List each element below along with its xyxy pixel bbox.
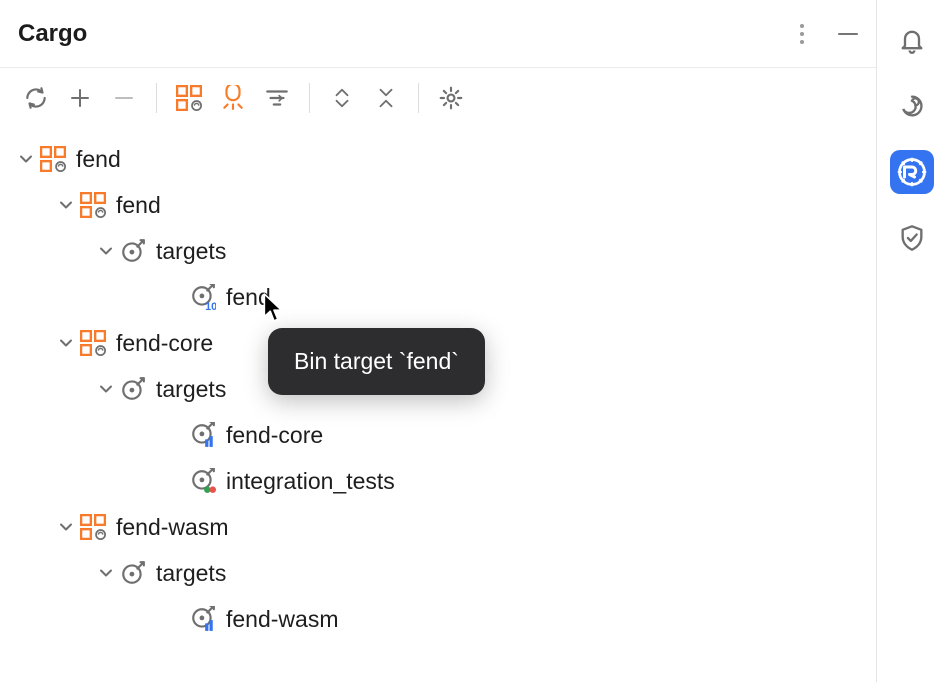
node-label: integration_tests (226, 468, 395, 495)
remove-button[interactable] (102, 76, 146, 120)
panel-header: Cargo (0, 0, 876, 68)
crate-icon (80, 330, 106, 356)
expand-all-button[interactable] (320, 76, 364, 120)
toolbar (0, 68, 876, 128)
rust-icon (897, 157, 927, 187)
chevron-down-icon[interactable] (16, 151, 36, 167)
refresh-button[interactable] (14, 76, 58, 120)
crate-icon (40, 146, 66, 172)
tooltip: Bin target `fend` (268, 328, 485, 395)
target-icon (120, 376, 146, 402)
collapse-all-icon (375, 87, 397, 109)
header-actions (792, 16, 860, 52)
refresh-icon (23, 85, 49, 111)
tooltip-text: Bin target `fend` (294, 348, 459, 374)
node-label: targets (156, 238, 226, 265)
lib-target-icon (190, 422, 216, 448)
attach-feature-button[interactable] (211, 76, 255, 120)
spiral-tool-button[interactable] (890, 84, 934, 128)
shield-check-icon (898, 224, 926, 252)
binary-target-icon: 10 (190, 284, 216, 310)
tree-node-test-integration-tests[interactable]: integration_tests (0, 458, 876, 504)
collapse-all-button[interactable] (364, 76, 408, 120)
test-target-icon (190, 468, 216, 494)
svg-text:10: 10 (205, 301, 216, 310)
node-label: fend (116, 192, 161, 219)
cargo-tree: fend fend targets 10 fend (0, 128, 876, 682)
panel-title: Cargo (18, 20, 87, 48)
chevron-down-icon[interactable] (56, 519, 76, 535)
node-label: fend-core (226, 422, 323, 449)
tree-node-targets[interactable]: targets (0, 228, 876, 274)
minimize-button[interactable] (836, 22, 860, 46)
spiral-icon (898, 92, 926, 120)
tree-node-package-fend-wasm[interactable]: fend-wasm (0, 504, 876, 550)
tree-node-lib-fend-wasm[interactable]: fend-wasm (0, 596, 876, 642)
node-label: fend-wasm (226, 606, 338, 633)
bug-horseshoe-icon (220, 85, 246, 111)
crate-grid-icon (176, 85, 202, 111)
bell-icon (898, 26, 926, 54)
crate-icon (80, 192, 106, 218)
node-label: fend-core (116, 330, 213, 357)
node-label: targets (156, 560, 226, 587)
gear-icon (438, 85, 464, 111)
target-icon (120, 238, 146, 264)
tree-node-workspace-fend[interactable]: fend (0, 136, 876, 182)
plus-icon (68, 86, 92, 110)
tree-node-package-fend[interactable]: fend (0, 182, 876, 228)
project-structure-button[interactable] (167, 76, 211, 120)
crate-icon (80, 514, 106, 540)
node-label: targets (156, 376, 226, 403)
chevron-down-icon[interactable] (96, 243, 116, 259)
add-button[interactable] (58, 76, 102, 120)
chevron-down-icon[interactable] (56, 197, 76, 213)
tree-node-lib-fend-core[interactable]: fend-core (0, 412, 876, 458)
filter-lines-icon (264, 85, 290, 111)
tree-node-targets[interactable]: targets (0, 550, 876, 596)
security-tool-button[interactable] (890, 216, 934, 260)
chevron-down-icon[interactable] (56, 335, 76, 351)
node-label: fend-wasm (116, 514, 228, 541)
node-label: fend (76, 146, 121, 173)
notifications-button[interactable] (890, 18, 934, 62)
tree-node-bin-fend[interactable]: 10 fend (0, 274, 876, 320)
settings-button[interactable] (429, 76, 473, 120)
more-options-button[interactable] (792, 16, 812, 52)
target-icon (120, 560, 146, 586)
minus-icon (112, 86, 136, 110)
expand-all-icon (331, 87, 353, 109)
chevron-down-icon[interactable] (96, 381, 116, 397)
right-tool-rail (877, 0, 947, 682)
lib-target-icon (190, 606, 216, 632)
filter-button[interactable] (255, 76, 299, 120)
cargo-tool-button[interactable] (890, 150, 934, 194)
chevron-down-icon[interactable] (96, 565, 116, 581)
node-label: fend (226, 284, 271, 311)
